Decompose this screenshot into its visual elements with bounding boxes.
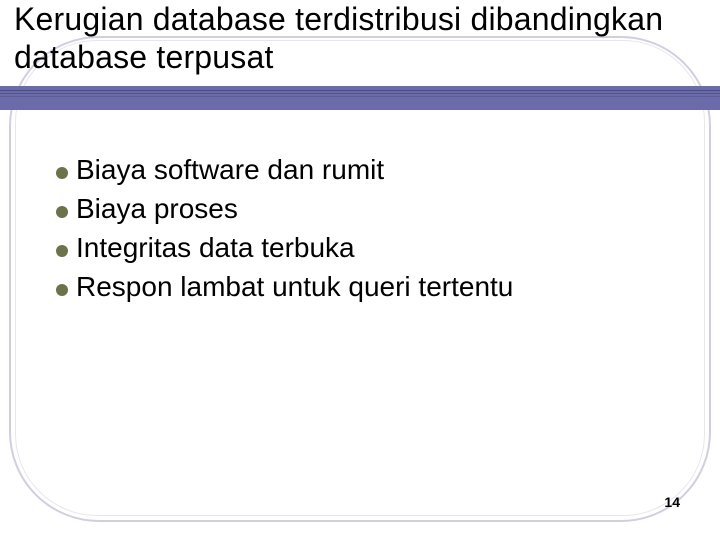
list-item: Biaya proses — [56, 191, 660, 226]
bullet-icon — [56, 284, 68, 296]
list-item: Integritas data terbuka — [56, 230, 660, 265]
bullet-icon — [56, 167, 68, 179]
list-item-text: Integritas data terbuka — [76, 230, 355, 265]
list-item-text: Biaya software dan rumit — [76, 152, 384, 187]
list-item: Respon lambat untuk queri tertentu — [56, 269, 660, 304]
list-item-text: Respon lambat untuk queri tertentu — [76, 269, 513, 304]
bullet-icon — [56, 206, 68, 218]
content-list: Biaya software dan rumit Biaya proses In… — [56, 152, 660, 308]
title-wrap: Kerugian database terdistribusi dibandin… — [14, 0, 706, 77]
bullet-icon — [56, 245, 68, 257]
page-number: 14 — [664, 494, 680, 510]
header-bar — [0, 86, 720, 110]
list-item-text: Biaya proses — [76, 191, 238, 226]
page-title: Kerugian database terdistribusi dibandin… — [14, 0, 706, 77]
list-item: Biaya software dan rumit — [56, 152, 660, 187]
slide: Kerugian database terdistribusi dibandin… — [0, 0, 720, 540]
